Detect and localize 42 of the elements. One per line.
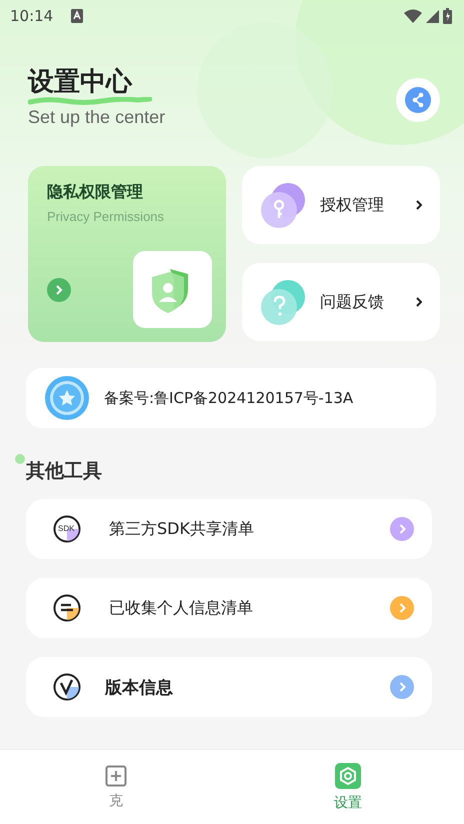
list-icon [53,594,81,622]
menu-card[interactable]: 问题反馈 [242,263,440,341]
nav-tab[interactable]: 设置 [232,750,464,824]
wifi-icon [404,9,422,23]
add-icon [105,764,127,786]
battery-icon [443,8,452,24]
tool-row[interactable]: 已收集个人信息清单 [26,578,432,638]
squiggle-underline-icon [28,97,152,105]
card-label: 问题反馈 [320,292,385,312]
star-badge-icon [44,375,90,421]
card-label: 授权管理 [320,194,385,216]
page-subtitle: Set up the center [28,107,166,128]
signal-icon [426,10,439,22]
nav-tab[interactable]: 克 [0,750,232,824]
status-time: 10:14 [10,7,54,25]
tool-label: 已收集个人信息清单 [109,598,254,618]
question-icon [260,279,306,325]
menu-card[interactable]: 授权管理 [242,166,440,244]
chevron-icon [416,297,422,307]
share-icon [405,87,431,113]
card-subtitle: Privacy Permissions [47,209,166,224]
chevron-icon [390,675,414,699]
page-title: 设置中心 [28,68,132,97]
tool-row[interactable]: SDK 第三方SDK共享清单 [26,499,432,559]
dot-icon [15,454,25,464]
card-title: 隐私权限管理 [47,182,144,203]
tool-label: 第三方SDK共享清单 [109,518,255,540]
privacy-card[interactable]: 隐私权限管理 Privacy Permissions [28,166,226,342]
notification-icon [71,9,84,23]
record-number: 备案号:鲁ICP备2024120157号-13A [104,388,354,408]
check-circle-icon [53,673,81,701]
sdk-icon [53,515,81,543]
settings-icon [335,762,361,788]
sdk-label: SDK [58,523,74,535]
key-icon [260,182,306,228]
chevron-icon [416,200,422,210]
tool-label: 版本信息 [105,676,174,698]
chevron-icon [390,596,414,620]
chevron-icon [47,278,71,302]
section-title: 其他工具 [26,459,102,484]
tool-row[interactable]: 版本信息 [26,657,432,717]
chevron-icon [390,517,414,541]
